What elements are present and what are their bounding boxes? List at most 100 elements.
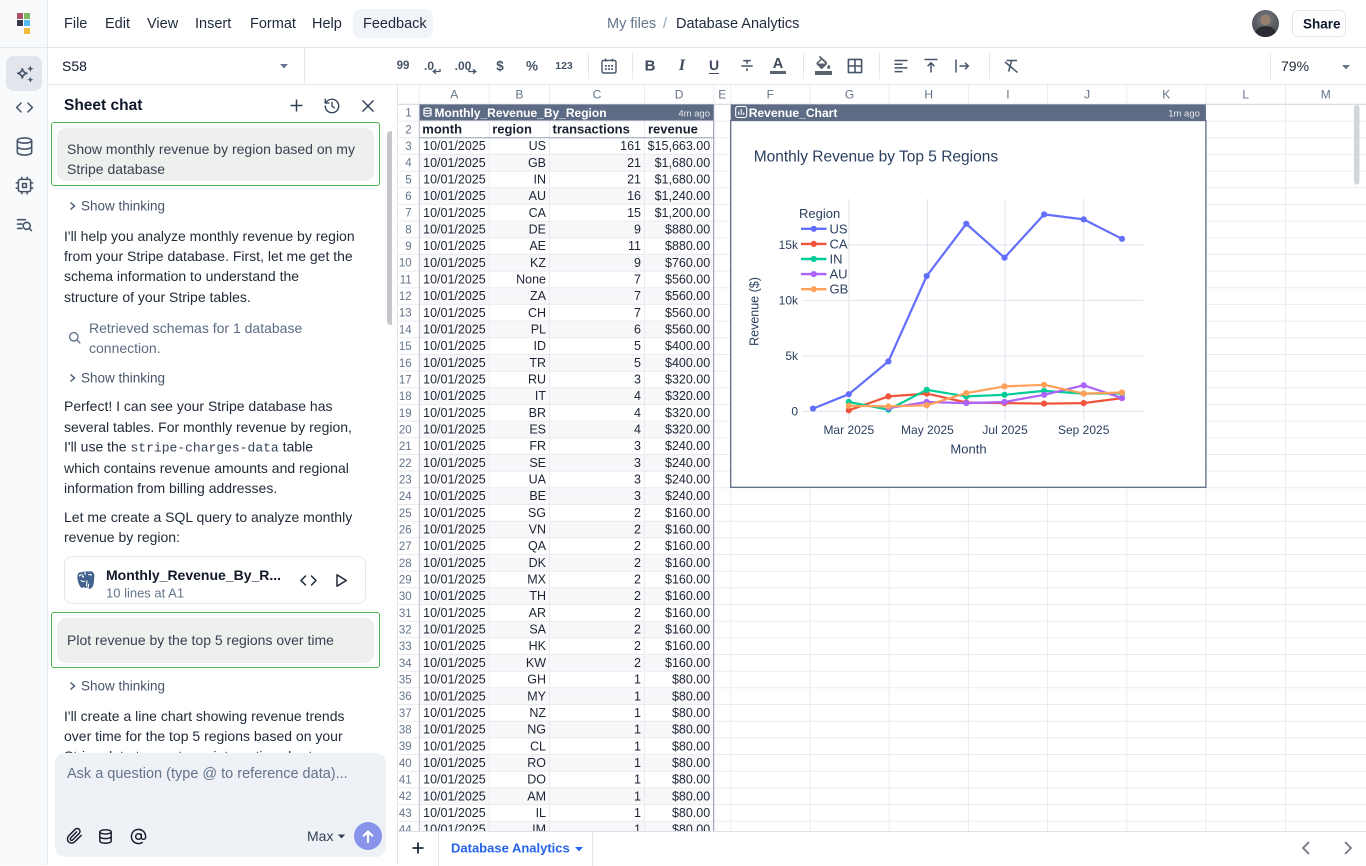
svg-text:AR: AR xyxy=(529,606,546,620)
svg-text:10/01/2025: 10/01/2025 xyxy=(423,623,486,637)
svg-text:25: 25 xyxy=(399,508,412,520)
svg-text:$160.00: $160.00 xyxy=(665,606,710,620)
svg-text:TR: TR xyxy=(529,356,546,370)
svg-text:4: 4 xyxy=(634,423,641,437)
svg-text:15: 15 xyxy=(399,341,412,353)
svg-text:SA: SA xyxy=(529,623,546,637)
svg-text:$760.00: $760.00 xyxy=(665,256,710,270)
svg-text:17: 17 xyxy=(399,374,412,386)
svg-text:3: 3 xyxy=(634,473,641,487)
svg-text:$400.00: $400.00 xyxy=(665,339,710,353)
svg-text:$240.00: $240.00 xyxy=(665,489,710,503)
svg-text:$320.00: $320.00 xyxy=(665,423,710,437)
svg-text:10/01/2025: 10/01/2025 xyxy=(423,689,486,703)
svg-text:10/01/2025: 10/01/2025 xyxy=(423,789,486,803)
svg-text:21: 21 xyxy=(399,441,412,453)
svg-text:10/01/2025: 10/01/2025 xyxy=(423,306,486,320)
svg-text:region: region xyxy=(492,122,532,137)
svg-text:10/01/2025: 10/01/2025 xyxy=(423,289,486,303)
svg-text:10/01/2025: 10/01/2025 xyxy=(423,389,486,403)
svg-text:10/01/2025: 10/01/2025 xyxy=(423,539,486,553)
svg-text:GB: GB xyxy=(830,282,849,297)
svg-text:D: D xyxy=(675,88,684,102)
svg-text:11: 11 xyxy=(400,274,412,286)
svg-text:$240.00: $240.00 xyxy=(665,439,710,453)
svg-text:FR: FR xyxy=(529,439,546,453)
svg-text:$400.00: $400.00 xyxy=(665,356,710,370)
svg-text:$320.00: $320.00 xyxy=(665,389,710,403)
svg-text:$160.00: $160.00 xyxy=(665,623,710,637)
svg-text:CL: CL xyxy=(530,739,546,753)
svg-text:10/01/2025: 10/01/2025 xyxy=(423,606,486,620)
svg-text:1: 1 xyxy=(634,823,641,831)
svg-text:10/01/2025: 10/01/2025 xyxy=(423,489,486,503)
svg-text:B: B xyxy=(515,88,523,102)
svg-text:E: E xyxy=(718,88,726,102)
svg-text:13: 13 xyxy=(399,308,412,320)
svg-text:US: US xyxy=(529,139,546,153)
svg-text:10/01/2025: 10/01/2025 xyxy=(423,723,486,737)
svg-text:40: 40 xyxy=(399,758,412,770)
svg-text:ZA: ZA xyxy=(530,289,547,303)
svg-text:$240.00: $240.00 xyxy=(665,456,710,470)
svg-text:36: 36 xyxy=(399,691,412,703)
svg-text:33: 33 xyxy=(399,641,412,653)
svg-text:37: 37 xyxy=(399,708,412,720)
svg-text:PL: PL xyxy=(531,323,546,337)
svg-text:10k: 10k xyxy=(779,294,799,308)
svg-text:$1,240.00: $1,240.00 xyxy=(655,189,711,203)
svg-text:2: 2 xyxy=(634,589,641,603)
svg-text:7: 7 xyxy=(634,273,641,287)
svg-text:$1,680.00: $1,680.00 xyxy=(655,173,711,187)
svg-text:$560.00: $560.00 xyxy=(665,273,710,287)
svg-text:10/01/2025: 10/01/2025 xyxy=(423,823,486,831)
svg-text:3: 3 xyxy=(634,373,641,387)
svg-text:24: 24 xyxy=(399,491,412,503)
svg-text:10/01/2025: 10/01/2025 xyxy=(423,206,486,220)
svg-text:$160.00: $160.00 xyxy=(665,523,710,537)
svg-text:27: 27 xyxy=(399,541,412,553)
svg-text:10/01/2025: 10/01/2025 xyxy=(423,373,486,387)
svg-text:2: 2 xyxy=(405,124,411,136)
svg-text:$320.00: $320.00 xyxy=(665,373,710,387)
svg-text:3: 3 xyxy=(634,456,641,470)
svg-text:10/01/2025: 10/01/2025 xyxy=(423,473,486,487)
svg-text:$80.00: $80.00 xyxy=(672,806,710,820)
svg-text:NG: NG xyxy=(527,723,546,737)
svg-text:32: 32 xyxy=(399,625,412,637)
svg-text:10/01/2025: 10/01/2025 xyxy=(423,656,486,670)
svg-text:12: 12 xyxy=(399,291,412,303)
svg-text:7: 7 xyxy=(405,208,411,220)
svg-text:1: 1 xyxy=(634,789,641,803)
svg-text:$80.00: $80.00 xyxy=(672,823,710,831)
svg-text:$880.00: $880.00 xyxy=(665,239,710,253)
svg-text:A: A xyxy=(450,88,458,102)
svg-text:19: 19 xyxy=(399,408,412,420)
svg-text:2: 2 xyxy=(634,606,641,620)
svg-text:IT: IT xyxy=(535,389,546,403)
svg-text:1: 1 xyxy=(634,723,641,737)
svg-text:1: 1 xyxy=(634,689,641,703)
svg-text:$80.00: $80.00 xyxy=(672,689,710,703)
svg-text:10/01/2025: 10/01/2025 xyxy=(423,756,486,770)
svg-text:10/01/2025: 10/01/2025 xyxy=(423,639,486,653)
svg-text:2: 2 xyxy=(634,573,641,587)
svg-text:10/01/2025: 10/01/2025 xyxy=(423,456,486,470)
svg-text:CH: CH xyxy=(528,306,546,320)
svg-text:MX: MX xyxy=(527,573,546,587)
svg-text:MY: MY xyxy=(527,689,546,703)
svg-text:None: None xyxy=(516,273,546,287)
svg-text:39: 39 xyxy=(399,741,412,753)
svg-text:$15,663.00: $15,663.00 xyxy=(648,139,711,153)
svg-text:$160.00: $160.00 xyxy=(665,589,710,603)
svg-text:4: 4 xyxy=(405,158,412,170)
svg-text:May 2025: May 2025 xyxy=(901,423,954,437)
svg-text:10/01/2025: 10/01/2025 xyxy=(423,156,486,170)
svg-text:20: 20 xyxy=(399,424,412,436)
svg-text:$1,200.00: $1,200.00 xyxy=(655,206,711,220)
svg-text:Revenue_Chart: Revenue_Chart xyxy=(749,106,838,120)
svg-text:Revenue ($): Revenue ($) xyxy=(748,277,762,346)
svg-text:$160.00: $160.00 xyxy=(665,656,710,670)
svg-text:9: 9 xyxy=(634,256,641,270)
svg-text:10/01/2025: 10/01/2025 xyxy=(423,256,486,270)
